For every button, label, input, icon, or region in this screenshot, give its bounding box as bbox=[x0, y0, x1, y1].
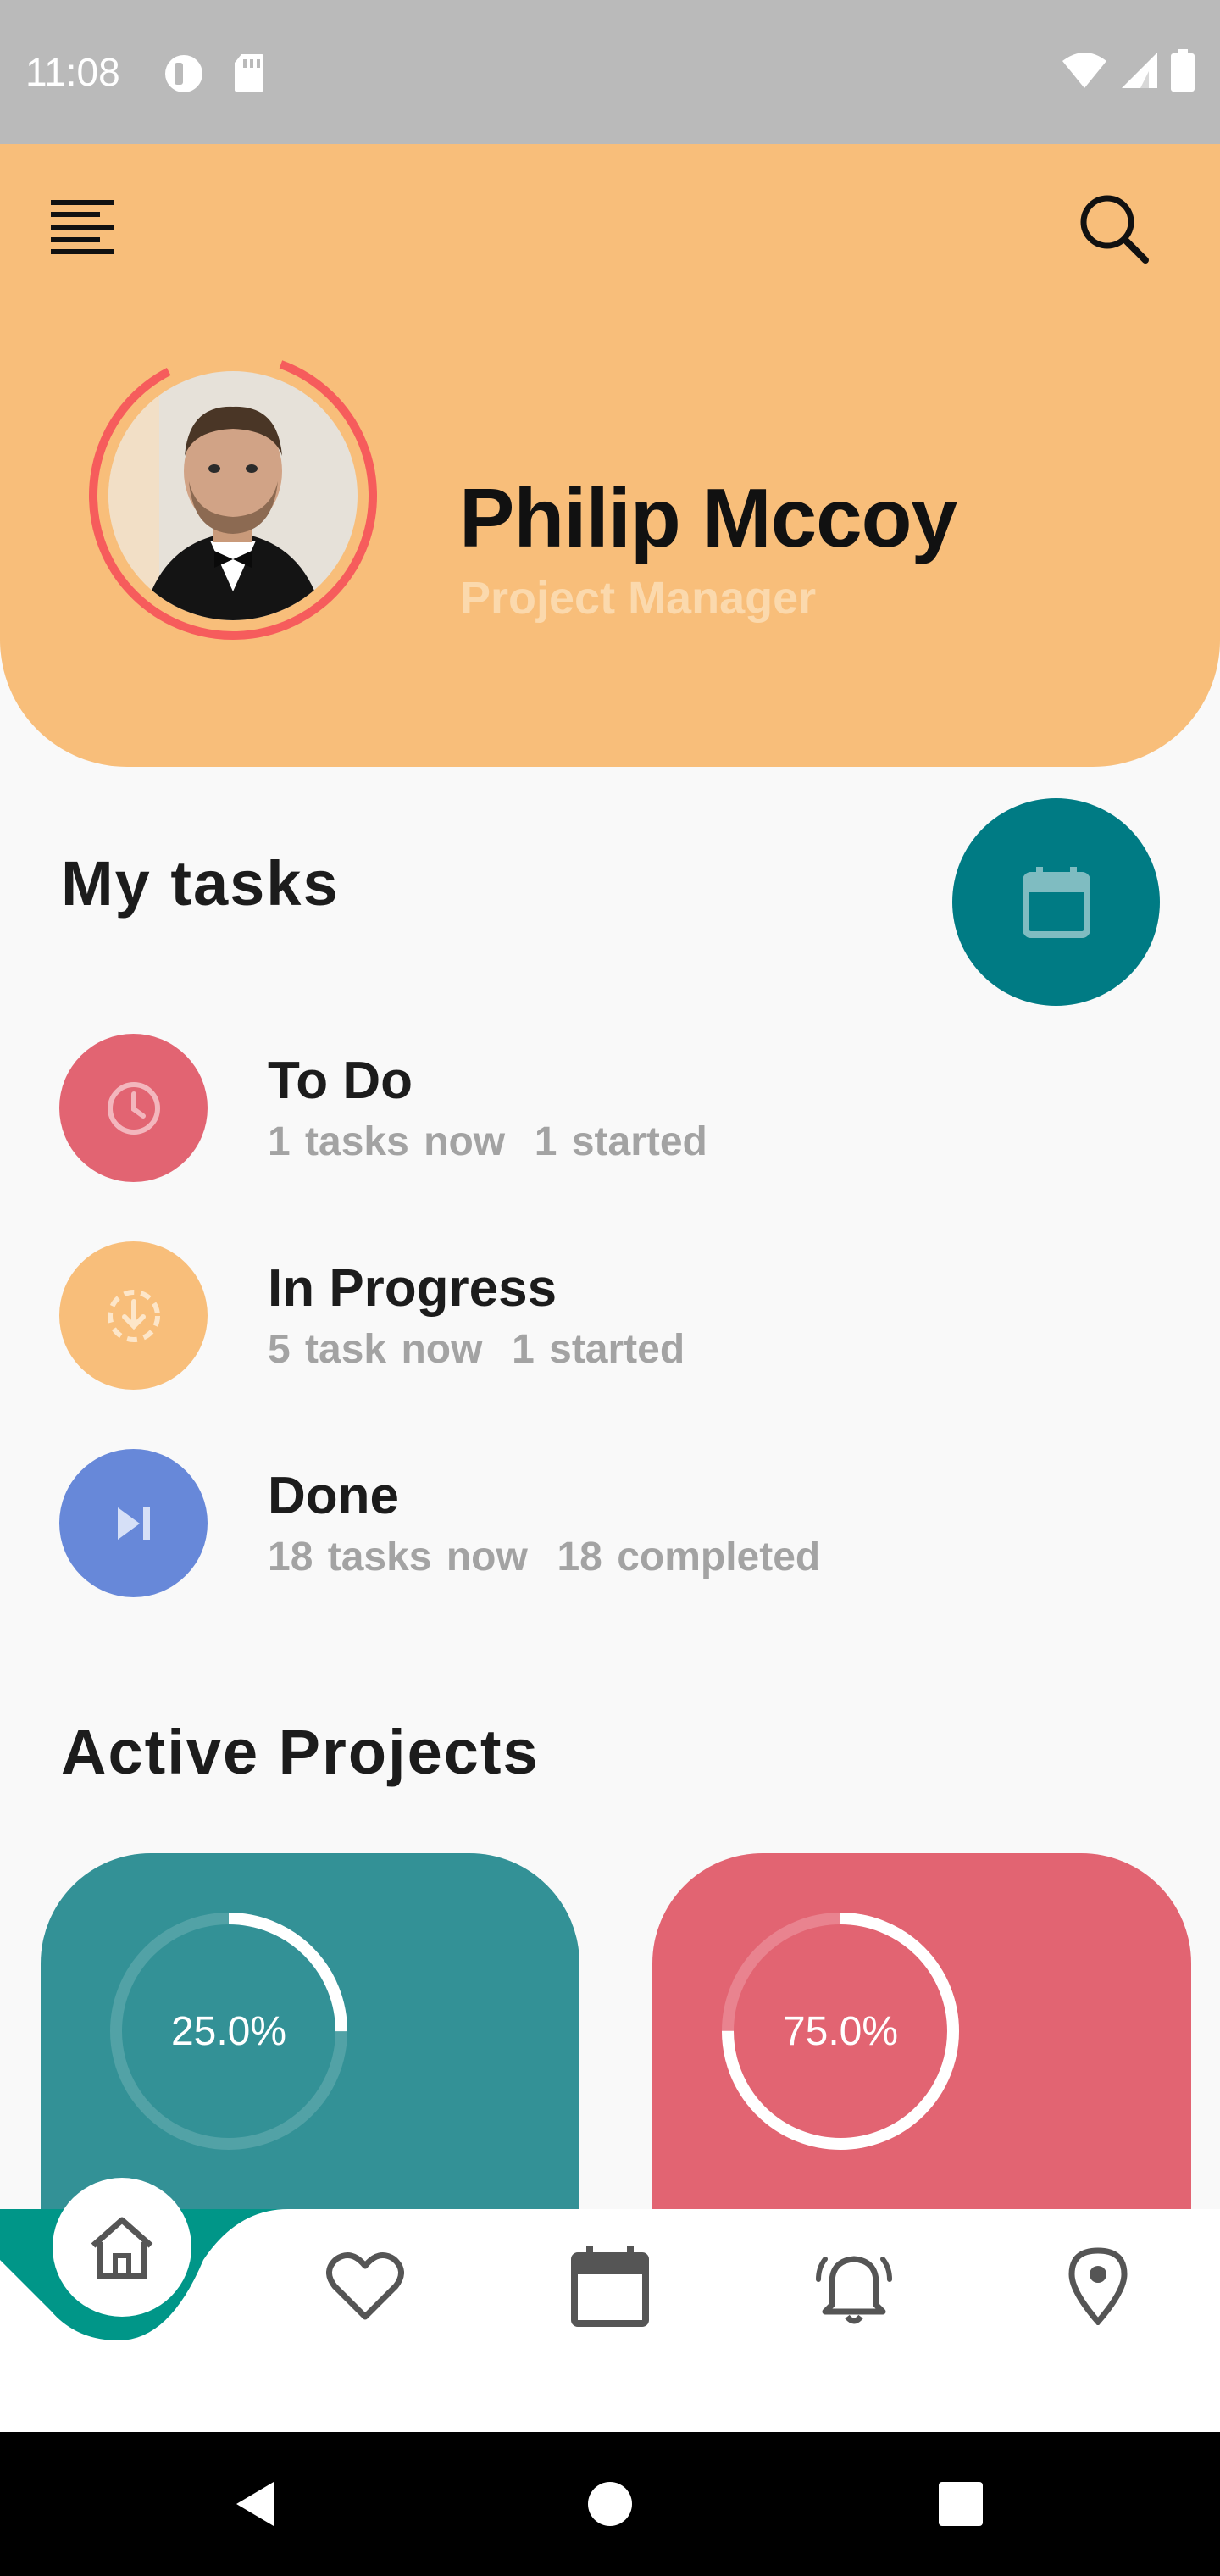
task-title: Done bbox=[268, 1467, 399, 1525]
progress-label: 75.0% bbox=[782, 2008, 899, 2054]
home-system-button[interactable] bbox=[576, 2470, 644, 2538]
task-title: To Do bbox=[268, 1052, 413, 1110]
system-navigation-bar bbox=[0, 2432, 1220, 2576]
recents-icon bbox=[939, 2482, 983, 2526]
download-dashed-icon bbox=[107, 1289, 160, 1342]
wifi-icon bbox=[1061, 51, 1108, 94]
nav-calendar-button[interactable] bbox=[568, 2244, 652, 2329]
task-in-progress[interactable]: In Progress 5 task now 1 started bbox=[59, 1241, 1161, 1394]
app-notification-icon bbox=[163, 53, 205, 99]
task-title: In Progress bbox=[268, 1259, 557, 1318]
avatar-progress bbox=[85, 347, 381, 644]
in-progress-icon-circle bbox=[59, 1241, 208, 1390]
status-time: 11:08 bbox=[25, 50, 120, 94]
task-subtitle: 5 task now 1 started bbox=[268, 1327, 685, 1372]
my-tasks-title: My tasks bbox=[61, 848, 340, 919]
sd-card-icon bbox=[233, 53, 265, 97]
calendar-fab-button[interactable] bbox=[952, 798, 1160, 1006]
nav-location-button[interactable] bbox=[1056, 2244, 1140, 2329]
task-subtitle: 18 tasks now 18 completed bbox=[268, 1535, 821, 1579]
search-icon[interactable] bbox=[1076, 191, 1152, 267]
bell-icon bbox=[816, 2256, 892, 2324]
avatar[interactable] bbox=[108, 371, 358, 620]
back-icon bbox=[236, 2482, 274, 2526]
profile-header: Philip Mccoy Project Manager bbox=[0, 144, 1220, 767]
done-icon-circle bbox=[59, 1449, 208, 1597]
calendar-icon bbox=[571, 2246, 649, 2327]
task-done[interactable]: Done 18 tasks now 18 completed bbox=[59, 1449, 1161, 1602]
skip-next-icon bbox=[117, 1507, 150, 1540]
cell-signal-icon bbox=[1120, 51, 1159, 94]
profile-name: Philip Mccoy bbox=[459, 471, 957, 564]
heart-icon bbox=[326, 2252, 404, 2320]
location-pin-icon bbox=[1068, 2247, 1128, 2325]
progress-label: 25.0% bbox=[170, 2008, 287, 2054]
calendar-icon bbox=[1022, 866, 1090, 938]
profile-role: Project Manager bbox=[460, 573, 817, 624]
active-projects-title: Active Projects bbox=[61, 1717, 540, 1787]
nav-notifications-button[interactable] bbox=[812, 2244, 896, 2329]
home-icon bbox=[91, 2217, 153, 2279]
nav-home-button[interactable] bbox=[53, 2178, 191, 2317]
status-bar: 11:08 bbox=[0, 0, 1220, 144]
clock-icon bbox=[107, 1081, 160, 1135]
task-subtitle: 1 tasks now 1 started bbox=[268, 1119, 707, 1164]
recents-button[interactable] bbox=[927, 2470, 995, 2538]
nav-favorites-button[interactable] bbox=[323, 2244, 408, 2329]
todo-icon-circle bbox=[59, 1034, 208, 1182]
status-indicators bbox=[1061, 49, 1195, 96]
back-button[interactable] bbox=[221, 2470, 289, 2538]
home-circle-icon bbox=[588, 2482, 632, 2526]
task-todo[interactable]: To Do 1 tasks now 1 started bbox=[59, 1034, 1161, 1186]
menu-icon[interactable] bbox=[49, 195, 117, 263]
battery-icon bbox=[1171, 49, 1195, 96]
